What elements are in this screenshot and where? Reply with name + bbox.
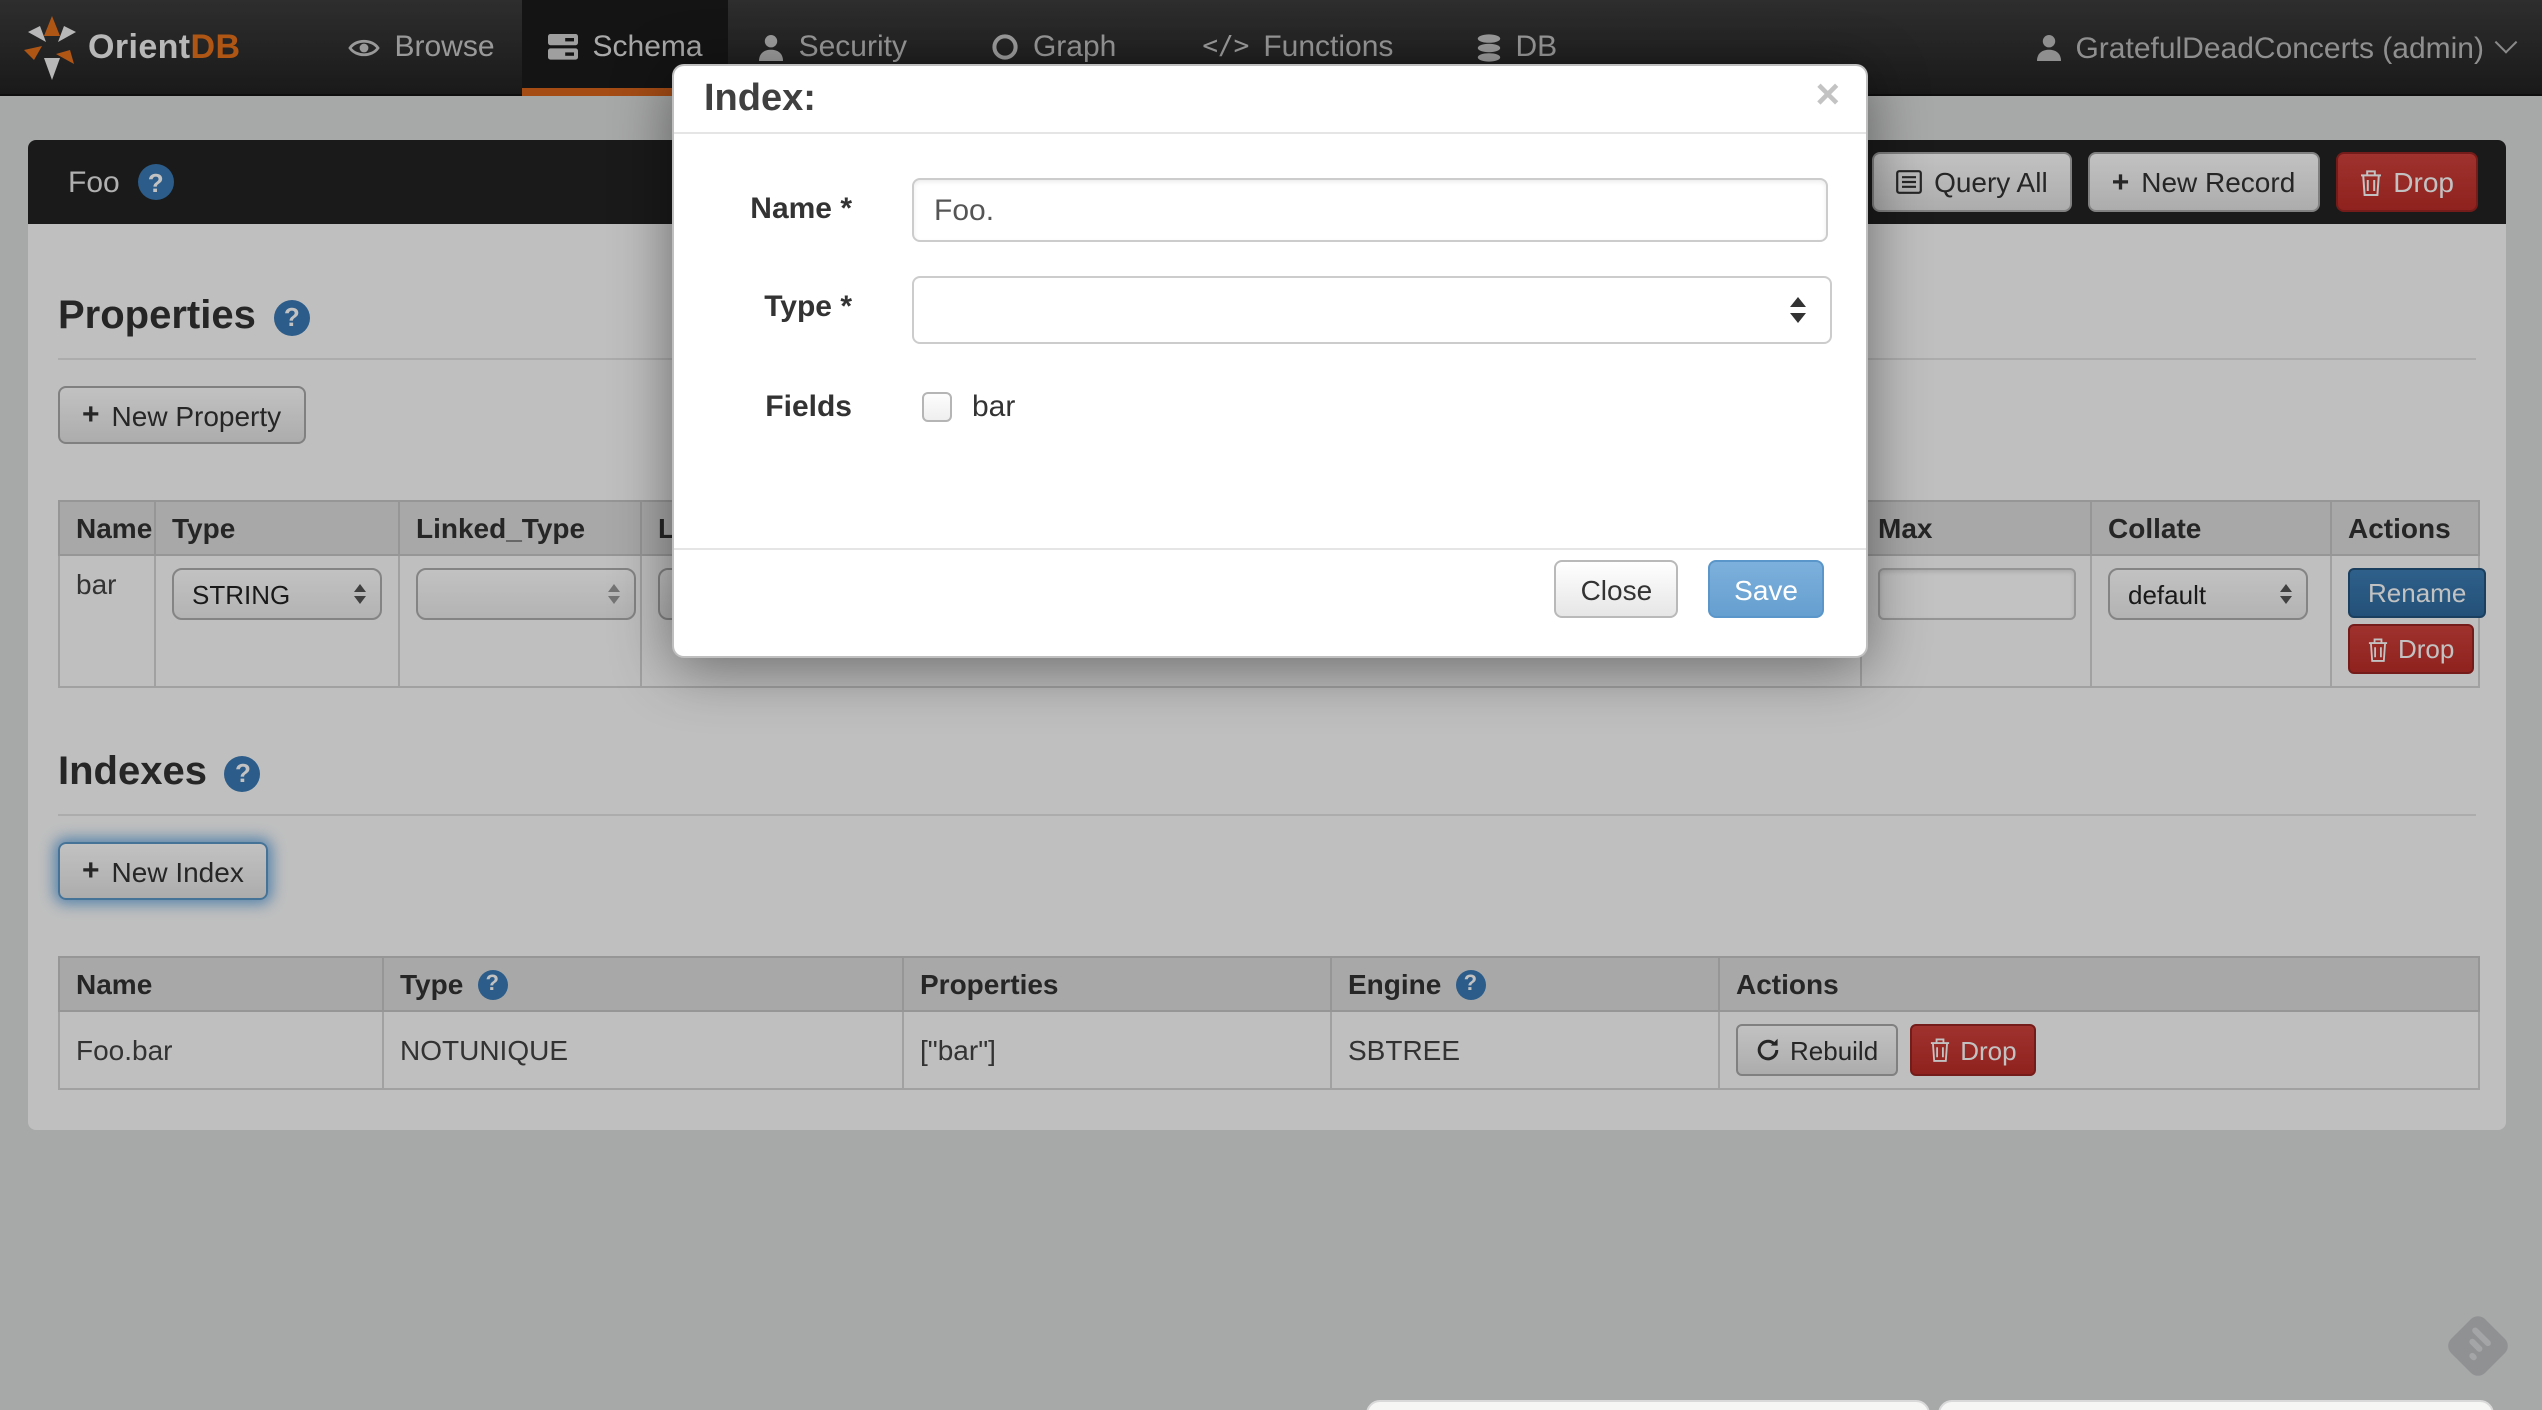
select-arrows-icon bbox=[1790, 297, 1806, 323]
index-name-input[interactable] bbox=[912, 178, 1828, 242]
app-root: OrientDB Browse Schema bbox=[0, 0, 2542, 1410]
name-field-row: Name * bbox=[674, 178, 1866, 226]
fields-row: Fields bar bbox=[674, 390, 1866, 424]
name-field-label: Name * bbox=[674, 178, 852, 226]
bottom-tooltip bbox=[1366, 1400, 1930, 1410]
close-icon[interactable]: × bbox=[1815, 72, 1840, 120]
index-type-select[interactable] bbox=[912, 276, 1832, 344]
bottom-tooltip bbox=[1938, 1400, 2494, 1410]
field-option-label: bar bbox=[972, 390, 1015, 424]
fields-label: Fields bbox=[674, 390, 852, 424]
modal-body: Name * Type * Fields bar bbox=[674, 134, 1866, 554]
type-field-label: Type * bbox=[674, 276, 852, 324]
field-bar-checkbox[interactable] bbox=[922, 392, 952, 422]
modal-header: Index: × bbox=[674, 66, 1866, 134]
index-modal: Index: × Name * Type * Fields bar Close … bbox=[672, 64, 1868, 658]
modal-close-button[interactable]: Close bbox=[1555, 560, 1679, 618]
modal-title: Index: bbox=[704, 77, 816, 121]
modal-save-button[interactable]: Save bbox=[1708, 560, 1824, 618]
modal-footer: Close Save bbox=[674, 548, 1866, 656]
type-field-row: Type * bbox=[674, 276, 1866, 324]
